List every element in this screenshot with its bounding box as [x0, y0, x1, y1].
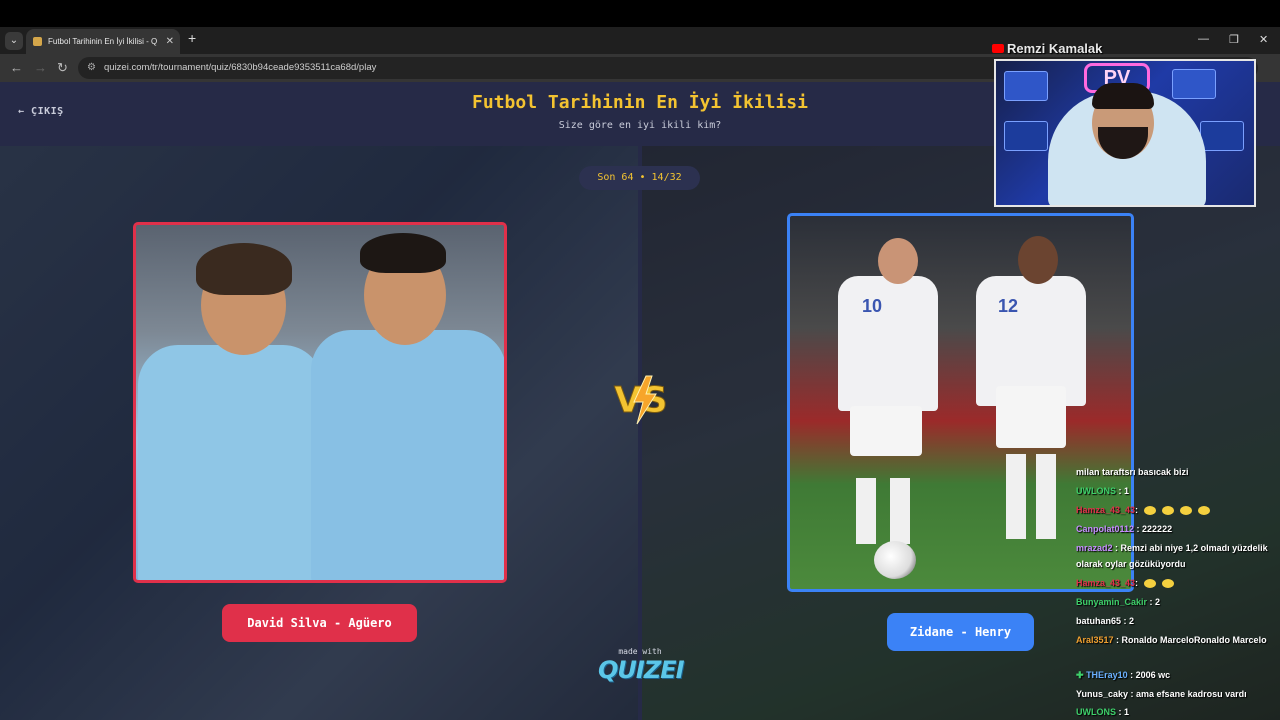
made-with-quizei[interactable]: made with QUIZEI: [598, 647, 685, 684]
center-divider: [638, 146, 642, 720]
player-left-head: [878, 238, 918, 284]
chat-text: : 2: [1149, 597, 1161, 607]
football-icon: [874, 541, 916, 579]
badge-icon: ✚: [1076, 670, 1084, 680]
tab-close-icon[interactable]: ✕: [166, 29, 174, 54]
chat-text: : Ronaldo MarceloRonaldo Marcelo: [1116, 635, 1267, 645]
player-left-sock: [856, 478, 876, 544]
player-right-sock: [1036, 454, 1056, 539]
browser-tab[interactable]: Futbol Tarihinin En İyi İkilisi - Q ✕: [26, 29, 180, 54]
chat-message: UWLONS : 1: [1076, 704, 1276, 720]
chat-username: UWLONS: [1076, 486, 1116, 496]
chat-username: mrazad2: [1076, 543, 1113, 553]
new-tab-button[interactable]: +: [188, 30, 196, 46]
chat-text: milan taraftsrı basıcak bizi: [1076, 467, 1189, 477]
favicon-icon: [33, 37, 42, 46]
os-top-bar: [0, 0, 1280, 27]
chat-message: batuhan65 : 2: [1076, 613, 1276, 629]
chat-message: Canpolat0112 : 222222: [1076, 521, 1276, 537]
site-info-icon[interactable]: ⚙: [87, 57, 96, 79]
chat-message: Aral3517 : Ronaldo MarceloRonaldo Marcel…: [1076, 632, 1276, 648]
chat-text: :: [1135, 578, 1139, 588]
emote-icon: [1162, 579, 1175, 589]
chat-username: Bunyamin_Cakir: [1076, 597, 1148, 607]
chat-message: milan taraftsrı basıcak bizi: [1076, 464, 1276, 480]
emote-icon: [1198, 506, 1211, 516]
chat-text: : 2006 wc: [1130, 670, 1171, 680]
player-left-shorts: [850, 406, 922, 456]
player-left-shirt: [838, 276, 938, 411]
chat-text: : 2: [1123, 616, 1135, 626]
chat-username: UWLONS: [1076, 707, 1116, 717]
chat-text: : 1: [1118, 486, 1130, 496]
choose-left-button[interactable]: David Silva - Agüero: [222, 604, 417, 642]
chat-message: Hamza_43_43:: [1076, 502, 1276, 518]
player-left-sock: [890, 478, 910, 544]
chat-text: : ama efsane kadrosu vardı: [1130, 689, 1247, 699]
player-right-shorts: [996, 386, 1066, 448]
emote-icon: [1180, 506, 1193, 516]
chat-text: : 222222: [1136, 524, 1173, 534]
maximize-button[interactable]: ❐: [1229, 33, 1239, 46]
reload-icon[interactable]: ↻: [57, 60, 68, 76]
player-left-hair: [196, 243, 292, 295]
chat-text: : 1: [1118, 707, 1130, 717]
chat-username: Canpolat0112: [1076, 524, 1135, 534]
streamer-name-text: Remzi Kamalak: [1007, 41, 1103, 56]
round-badge: Son 64 • 14/32: [579, 166, 700, 190]
player-right-number: 12: [998, 296, 1019, 316]
player-left-number: 10: [862, 296, 883, 316]
player-right-head: [1018, 236, 1058, 284]
shelf-frame: [1004, 121, 1048, 151]
shelf-frame: [1200, 121, 1244, 151]
made-with-label: made with: [618, 647, 662, 656]
chat-username: Hamza_43_43: [1076, 505, 1136, 515]
minimize-button[interactable]: —: [1198, 33, 1209, 45]
shelf-frame: [1172, 69, 1216, 99]
forward-icon[interactable]: →: [34, 60, 47, 75]
chat-message: ✚ THEray10 : 2006 wc: [1076, 667, 1276, 683]
choose-right-button[interactable]: Zidane - Henry: [887, 613, 1034, 651]
player-left-jacket: [138, 345, 323, 580]
chat-message: mrazad2 : Remzi abi niye 1,2 olmadı yüzd…: [1076, 540, 1276, 572]
youtube-icon: [992, 44, 1004, 54]
player-right-sock: [1006, 454, 1026, 539]
player-right-hair: [360, 233, 446, 273]
chat-message: Bunyamin_Cakir : 2: [1076, 594, 1276, 610]
chat-username: Yunus_caky: [1076, 689, 1129, 699]
chat-username: Aral3517: [1076, 635, 1114, 645]
player-right-jacket: [311, 330, 504, 580]
url-text: quizei.com/tr/tournament/quiz/6830b94cea…: [104, 62, 377, 73]
chat-username: Hamza_43_43: [1076, 578, 1136, 588]
chat-username: THEray10: [1086, 670, 1128, 680]
left-option-image[interactable]: [133, 222, 507, 583]
tab-search-button[interactable]: ⌄: [5, 32, 23, 50]
streamer-name: Remzi Kamalak: [992, 41, 1102, 56]
chat-username: batuhan65: [1076, 616, 1122, 626]
streamer-hair: [1092, 83, 1154, 109]
tab-title: Futbol Tarihinin En İyi İkilisi - Q: [48, 37, 158, 46]
quizei-logo: QUIZEI: [598, 656, 685, 684]
emote-icon: [1144, 579, 1157, 589]
emote-icon: [1162, 506, 1175, 516]
chat-message: Hamza_43_43:: [1076, 575, 1276, 591]
back-icon[interactable]: ←: [10, 60, 23, 75]
vs-lightning-icon: VS: [614, 375, 668, 425]
shelf-frame: [1004, 71, 1048, 101]
webcam-overlay: PV: [994, 59, 1256, 207]
chat-text: :: [1135, 505, 1139, 515]
live-chat-overlay: milan taraftsrı basıcak bizi UWLONS : 1 …: [1070, 458, 1280, 720]
close-window-button[interactable]: ✕: [1259, 33, 1268, 46]
chat-message: Yunus_caky : ama efsane kadrosu vardı: [1076, 686, 1276, 702]
chat-message: UWLONS : 1: [1076, 483, 1276, 499]
emote-icon: [1144, 506, 1157, 516]
